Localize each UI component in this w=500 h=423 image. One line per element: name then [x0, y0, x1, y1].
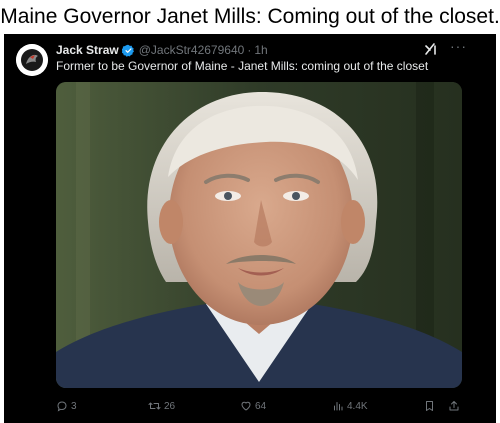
- tweet-actions: 3 26 64 4.4K: [4, 396, 496, 416]
- tweet-photo[interactable]: [56, 82, 462, 388]
- more-icon[interactable]: ···: [450, 39, 468, 54]
- avatar[interactable]: [16, 44, 48, 76]
- reply-button[interactable]: 3: [56, 398, 77, 414]
- retweet-icon: [148, 400, 164, 412]
- tweet-text: Former to be Governor of Maine - Janet M…: [56, 59, 429, 73]
- tweet-header: Jack Straw @JackStr42679640 · 1h: [56, 42, 268, 58]
- share-button[interactable]: [448, 398, 463, 414]
- display-name[interactable]: Jack Straw: [56, 43, 119, 57]
- bookmark-button[interactable]: [424, 398, 438, 414]
- retweet-count: 26: [164, 400, 176, 412]
- meme-caption: Maine Governor Janet Mills: Coming out o…: [0, 0, 500, 34]
- views-icon: [332, 400, 347, 412]
- heart-icon: [240, 400, 255, 412]
- reply-count: 3: [71, 400, 77, 412]
- bookmark-icon: [424, 400, 438, 412]
- like-button[interactable]: 64: [240, 398, 266, 414]
- grok-icon[interactable]: [424, 42, 438, 56]
- tweet-timestamp[interactable]: 1h: [254, 43, 267, 57]
- portrait-image: [56, 82, 462, 388]
- share-icon: [448, 400, 463, 412]
- views-count: 4.4K: [347, 400, 368, 412]
- reply-icon: [56, 400, 71, 412]
- views-button[interactable]: 4.4K: [332, 398, 368, 414]
- separator-dot: ·: [247, 43, 252, 57]
- like-count: 64: [255, 400, 267, 412]
- tweet-card[interactable]: Jack Straw @JackStr42679640 · 1h ··· For…: [4, 34, 496, 423]
- retweet-button[interactable]: 26: [148, 398, 175, 414]
- user-handle[interactable]: @JackStr42679640: [139, 43, 245, 57]
- avatar-image: [16, 44, 48, 76]
- verified-badge-icon: [121, 44, 135, 57]
